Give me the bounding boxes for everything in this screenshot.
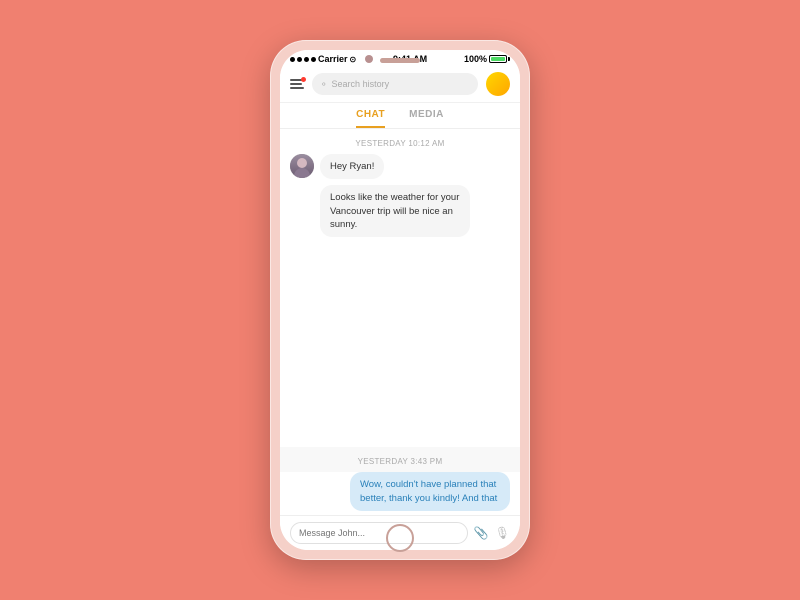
chat-spacer [280, 245, 520, 447]
outgoing-message-row: Wow, couldn't have planned that better, … [280, 472, 520, 515]
incoming-message-group: Hey Ryan! Looks like the weather for you… [280, 154, 520, 245]
phone-camera [365, 55, 373, 63]
signal-dot-3 [304, 57, 309, 62]
signal-dot-2 [297, 57, 302, 62]
tab-media[interactable]: MEDIA [409, 109, 444, 128]
battery-percent: 100% [464, 54, 487, 64]
message-row-2: Looks like the weather for your Vancouve… [290, 185, 510, 237]
tab-chat[interactable]: CHAT [356, 109, 385, 128]
search-box[interactable]: ⚬ Search history [312, 73, 478, 95]
attach-icon[interactable]: 📎 [474, 526, 489, 540]
wifi-icon: ⊙ [350, 55, 357, 64]
message-bubble-1: Hey Ryan! [320, 154, 384, 179]
phone-speaker [380, 58, 420, 63]
app-header: ⚬ Search history [280, 66, 520, 103]
battery-indicator [489, 55, 510, 63]
search-icon: ⚬ [320, 79, 328, 90]
status-right: 100% [464, 54, 510, 64]
avatar-face [290, 154, 314, 178]
message-input[interactable] [290, 522, 468, 544]
date-separator-2: YESTERDAY 3:43 PM [280, 447, 520, 472]
user-avatar[interactable] [486, 72, 510, 96]
battery-bar [489, 55, 507, 63]
message-bubble-2: Looks like the weather for your Vancouve… [320, 185, 470, 237]
battery-fill [491, 57, 505, 61]
mic-icon[interactable]: 🎙 [495, 526, 510, 540]
hamburger-line-3 [290, 87, 304, 89]
chat-content: YESTERDAY 10:12 AM Hey Ryan! Looks like … [280, 129, 520, 515]
message-row-1: Hey Ryan! [290, 154, 510, 179]
phone-frame: Carrier ⊙ 9:41 AM 100% [270, 40, 530, 560]
signal-dot-1 [290, 57, 295, 62]
outgoing-bubble: Wow, couldn't have planned that better, … [350, 472, 510, 511]
tab-bar: CHAT MEDIA [280, 103, 520, 129]
battery-tip [508, 57, 510, 61]
search-placeholder-text: Search history [332, 79, 390, 89]
phone-screen: Carrier ⊙ 9:41 AM 100% [280, 50, 520, 550]
notification-dot [301, 77, 306, 82]
carrier-text: Carrier [318, 54, 348, 64]
date-separator-1: YESTERDAY 10:12 AM [280, 129, 520, 154]
contact-avatar [290, 154, 314, 178]
hamburger-line-2 [290, 83, 302, 85]
home-button[interactable] [386, 524, 414, 552]
status-left: Carrier ⊙ [290, 54, 356, 64]
signal-dot-4 [311, 57, 316, 62]
hamburger-menu[interactable] [290, 79, 304, 89]
